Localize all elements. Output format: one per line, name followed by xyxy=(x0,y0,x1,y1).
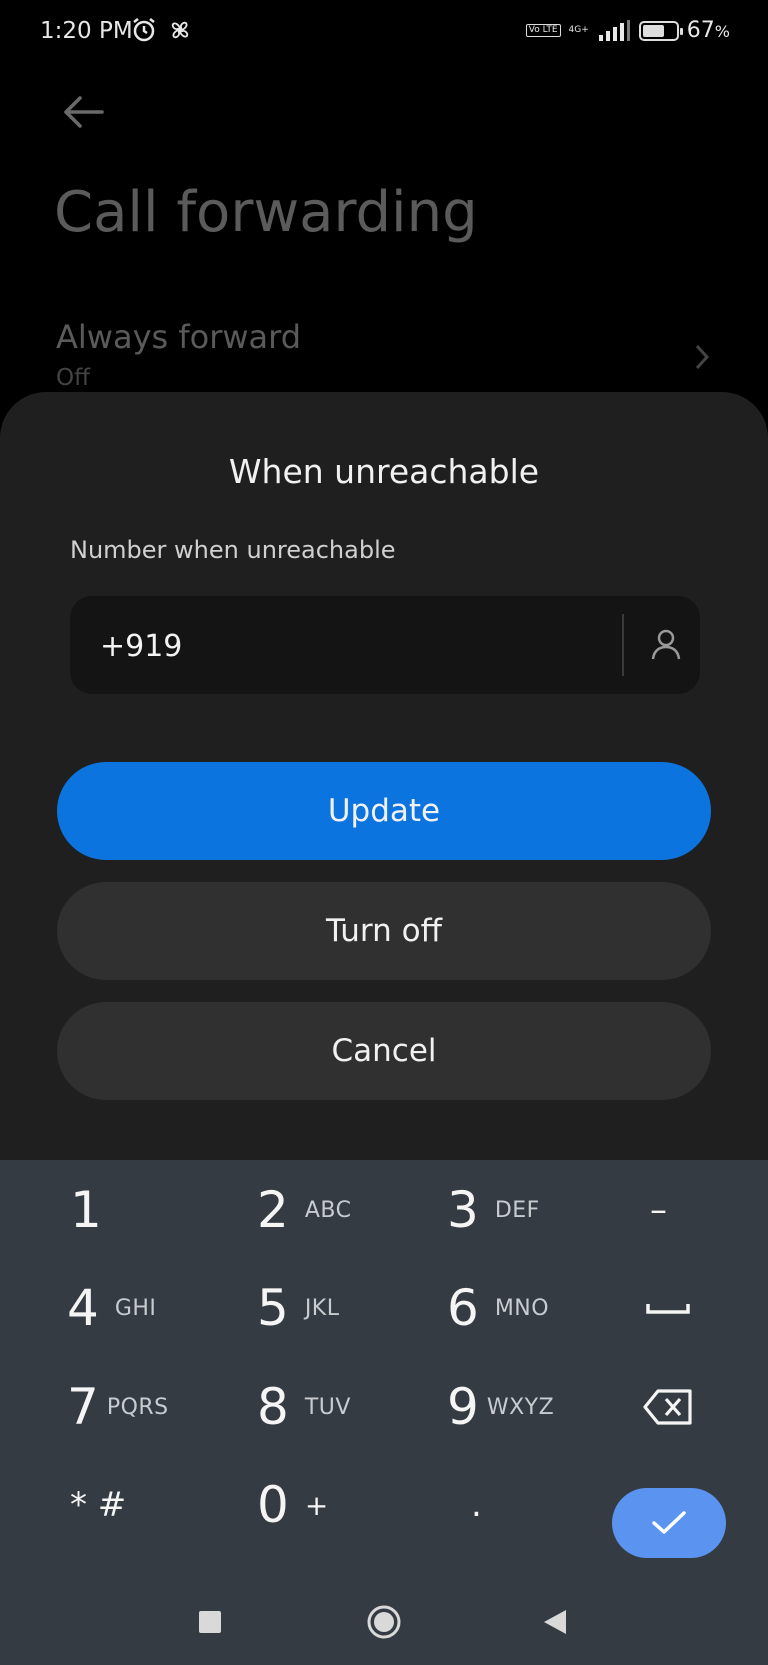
turn-off-button[interactable]: Turn off xyxy=(57,882,711,980)
cancel-button[interactable]: Cancel xyxy=(57,1002,711,1100)
home-icon[interactable] xyxy=(366,1604,402,1640)
key-4[interactable]: 4 GHI xyxy=(67,1263,156,1353)
battery-icon xyxy=(638,20,683,41)
alarm-icon xyxy=(133,18,155,42)
fan-icon xyxy=(171,21,189,39)
back-arrow-icon[interactable] xyxy=(58,92,108,132)
always-forward-title[interactable]: Always forward xyxy=(56,318,301,356)
key-2[interactable]: 2 ABC xyxy=(257,1165,351,1255)
key-dot[interactable]: . xyxy=(471,1460,482,1550)
status-bar: 1:20 PM Vo LTE 4G+ 67% xyxy=(0,0,768,70)
checkmark-icon xyxy=(652,1511,686,1534)
backspace-icon xyxy=(643,1389,692,1425)
recents-icon[interactable] xyxy=(198,1610,222,1634)
chevron-right-icon xyxy=(695,344,710,370)
space-key[interactable] xyxy=(644,1263,692,1353)
key-5[interactable]: 5 JKL xyxy=(257,1263,339,1353)
dialog-title: When unreachable xyxy=(228,452,540,491)
always-forward-status: Off xyxy=(56,365,90,391)
key-9[interactable]: 9 WXYZ xyxy=(447,1362,554,1452)
contact-picker-icon[interactable] xyxy=(648,626,684,662)
update-button[interactable]: Update xyxy=(57,762,711,860)
space-icon xyxy=(646,1304,690,1314)
system-nav-bar xyxy=(0,1570,768,1665)
key-6[interactable]: 6 MNO xyxy=(447,1263,549,1353)
signal-icon xyxy=(598,19,630,41)
status-time: 1:20 PM xyxy=(40,18,133,44)
key-8[interactable]: 8 TUV xyxy=(257,1362,351,1452)
battery-percent: 67 xyxy=(686,18,715,43)
backspace-key[interactable] xyxy=(642,1362,694,1452)
number-field-label: Number when unreachable xyxy=(70,536,396,564)
confirm-button[interactable] xyxy=(612,1488,726,1558)
field-divider xyxy=(622,614,624,676)
page-title: Call forwarding xyxy=(54,180,478,245)
battery-percent-suffix: % xyxy=(714,22,730,41)
volte-icon: Vo LTE xyxy=(525,24,561,37)
network-type: 4G+ xyxy=(568,25,589,35)
back-nav-icon[interactable] xyxy=(542,1608,568,1636)
key-dash[interactable]: – xyxy=(650,1165,667,1255)
number-input[interactable] xyxy=(100,626,600,666)
key-0[interactable]: 0 + xyxy=(257,1460,329,1550)
key-3[interactable]: 3 DEF xyxy=(447,1165,540,1255)
key-1[interactable]: 1 xyxy=(70,1165,102,1255)
key-7[interactable]: 7 PQRS xyxy=(67,1362,169,1452)
key-star-hash[interactable]: * # xyxy=(70,1460,126,1550)
number-field[interactable] xyxy=(70,596,700,694)
